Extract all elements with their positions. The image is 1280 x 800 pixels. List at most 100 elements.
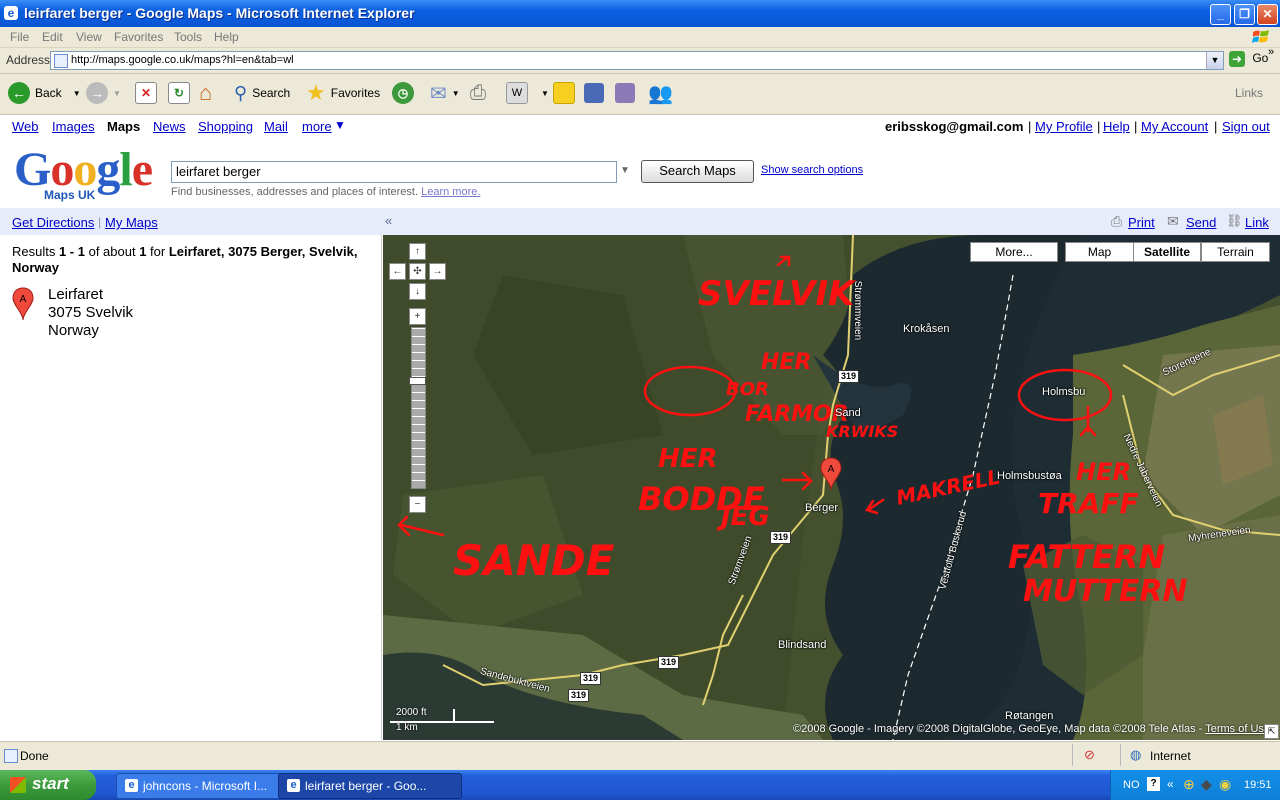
print-link[interactable]: Print: [1128, 215, 1155, 230]
result-item[interactable]: Leirfaret 3075 Svelvik Norway: [48, 286, 133, 340]
menu-edit[interactable]: Edit: [42, 30, 63, 44]
pan-left-button[interactable]: ←: [389, 263, 406, 280]
result-marker-icon[interactable]: A: [12, 287, 34, 321]
edit-dropdown-icon[interactable]: ▼: [541, 89, 549, 98]
nav-more[interactable]: more: [302, 119, 332, 134]
result-name[interactable]: Leirfaret: [48, 286, 133, 304]
menu-file[interactable]: File: [10, 30, 29, 44]
stop-button[interactable]: ✕: [135, 81, 157, 105]
popup-blocked-icon[interactable]: ⊘: [1084, 747, 1095, 763]
menu-view[interactable]: View: [76, 30, 102, 44]
home-button[interactable]: ⌂: [199, 80, 212, 105]
menu-tools[interactable]: Tools: [174, 30, 202, 44]
collapse-panel-icon[interactable]: «: [385, 213, 392, 228]
history-button[interactable]: ◷: [392, 81, 414, 105]
close-button[interactable]: ✕: [1257, 4, 1278, 25]
overview-toggle-icon[interactable]: ⇱: [1264, 724, 1279, 739]
research-icon: [615, 83, 635, 103]
note-icon: [553, 82, 575, 104]
go-button[interactable]: ➜ Go: [1229, 51, 1268, 67]
address-label: Address: [6, 53, 51, 67]
page-done-icon: [4, 749, 18, 763]
map-marker-icon[interactable]: A: [820, 457, 842, 491]
language-indicator[interactable]: NO: [1123, 779, 1140, 791]
zoom-slider-handle[interactable]: [409, 377, 426, 385]
edit-button[interactable]: W ▼: [506, 81, 549, 105]
search-maps-button[interactable]: Search Maps: [641, 160, 754, 183]
map-type-satellite-button[interactable]: Satellite: [1133, 242, 1201, 262]
pan-up-button[interactable]: ↑: [409, 243, 426, 260]
results-range: 1 - 1: [58, 244, 85, 259]
help-icon[interactable]: ?: [1147, 777, 1160, 791]
mail-button[interactable]: ✉ ▼: [430, 81, 460, 105]
back-button[interactable]: ← Back ▼: [8, 81, 81, 105]
learn-more-link[interactable]: Learn more.: [421, 186, 480, 198]
show-hidden-icons[interactable]: «: [1167, 777, 1174, 791]
volume-icon[interactable]: ◉: [1219, 776, 1231, 793]
contacts-button[interactable]: 👥: [648, 81, 673, 105]
taskbar: start e johncons - Microsoft I... e leir…: [0, 770, 1280, 800]
more-layers-button[interactable]: More...: [970, 242, 1058, 262]
get-directions-link[interactable]: Get Directions: [12, 215, 94, 230]
map-type-terrain-button[interactable]: Terrain: [1201, 242, 1270, 262]
favorites-button[interactable]: ★ Favorites: [306, 80, 380, 105]
zoom-out-button[interactable]: −: [409, 496, 426, 513]
link-link[interactable]: Link: [1245, 215, 1269, 230]
nav-news[interactable]: News: [153, 119, 186, 134]
back-dropdown-icon[interactable]: ▼: [73, 89, 81, 98]
annotation-svelvik: SVELVIK: [698, 274, 857, 314]
taskbar-item-leirfaret[interactable]: e leirfaret berger - Goo...: [278, 773, 462, 799]
my-profile-link[interactable]: My Profile: [1035, 119, 1093, 134]
refresh-button[interactable]: ↻: [168, 81, 190, 105]
route-shield: 319: [568, 689, 590, 702]
security-icon[interactable]: ◆: [1201, 776, 1212, 793]
address-input[interactable]: http://maps.google.co.uk/maps?hl=en&tab=…: [50, 51, 1224, 70]
annotation-sande: SANDE: [453, 536, 615, 585]
my-maps-link[interactable]: My Maps: [105, 215, 158, 230]
help-link[interactable]: Help: [1103, 119, 1130, 134]
mail-dropdown-icon[interactable]: ▼: [452, 89, 460, 98]
print-button[interactable]: ⎙: [470, 81, 486, 105]
zoom-in-button[interactable]: +: [409, 308, 426, 325]
forward-dropdown-icon[interactable]: ▼: [113, 89, 121, 98]
search-button[interactable]: ⚲ Search: [234, 81, 290, 105]
address-dropdown-icon[interactable]: ▼: [1206, 52, 1223, 69]
links-label[interactable]: Links: [1235, 86, 1263, 100]
sign-out-link[interactable]: Sign out: [1222, 119, 1270, 134]
nav-mail[interactable]: Mail: [264, 119, 288, 134]
google-maps-logo[interactable]: Google Maps UK: [14, 146, 164, 206]
search-field[interactable]: [171, 161, 617, 183]
forward-button[interactable]: → ▼: [86, 81, 121, 105]
address-url[interactable]: http://maps.google.co.uk/maps?hl=en&tab=…: [71, 54, 294, 66]
network-icon[interactable]: ⊕: [1183, 776, 1195, 793]
toolbar-overflow-icon[interactable]: »: [1268, 46, 1274, 58]
satellite-map[interactable]: SVELVIK HER BOR FARMOR KRWIKS HER BODDE …: [383, 235, 1280, 740]
nav-images[interactable]: Images: [52, 119, 95, 134]
menu-favorites[interactable]: Favorites: [114, 30, 163, 44]
search-dropdown-icon[interactable]: ▼: [620, 165, 630, 176]
pan-down-button[interactable]: ↓: [409, 283, 426, 300]
zoom-slider[interactable]: [411, 327, 426, 489]
research-button[interactable]: [615, 81, 635, 105]
nav-separator: |: [1028, 119, 1032, 134]
more-dropdown-icon[interactable]: ▼: [334, 118, 346, 132]
send-link[interactable]: Send: [1186, 215, 1216, 230]
start-button[interactable]: start: [0, 770, 96, 800]
nav-web[interactable]: Web: [12, 119, 39, 134]
map-type-map-button[interactable]: Map: [1065, 242, 1134, 262]
pan-center-button[interactable]: ✣: [409, 263, 426, 280]
my-account-link[interactable]: My Account: [1141, 119, 1208, 134]
nav-shopping[interactable]: Shopping: [198, 119, 253, 134]
taskbar-item-johncons[interactable]: e johncons - Microsoft I...: [116, 773, 300, 799]
menu-help[interactable]: Help: [214, 30, 239, 44]
search-input[interactable]: [172, 162, 610, 180]
messenger-button[interactable]: [584, 81, 604, 105]
show-search-options-link[interactable]: Show search options: [761, 164, 863, 176]
pan-right-button[interactable]: →: [429, 263, 446, 280]
window-title-bar: e leirfaret berger - Google Maps - Micro…: [0, 0, 1280, 27]
discuss-button[interactable]: [553, 81, 575, 105]
clock[interactable]: 19:51: [1244, 779, 1272, 791]
maximize-button[interactable]: ❐: [1234, 4, 1255, 25]
terms-of-use-link[interactable]: Terms of Use: [1205, 723, 1270, 735]
minimize-button[interactable]: _: [1210, 4, 1231, 25]
